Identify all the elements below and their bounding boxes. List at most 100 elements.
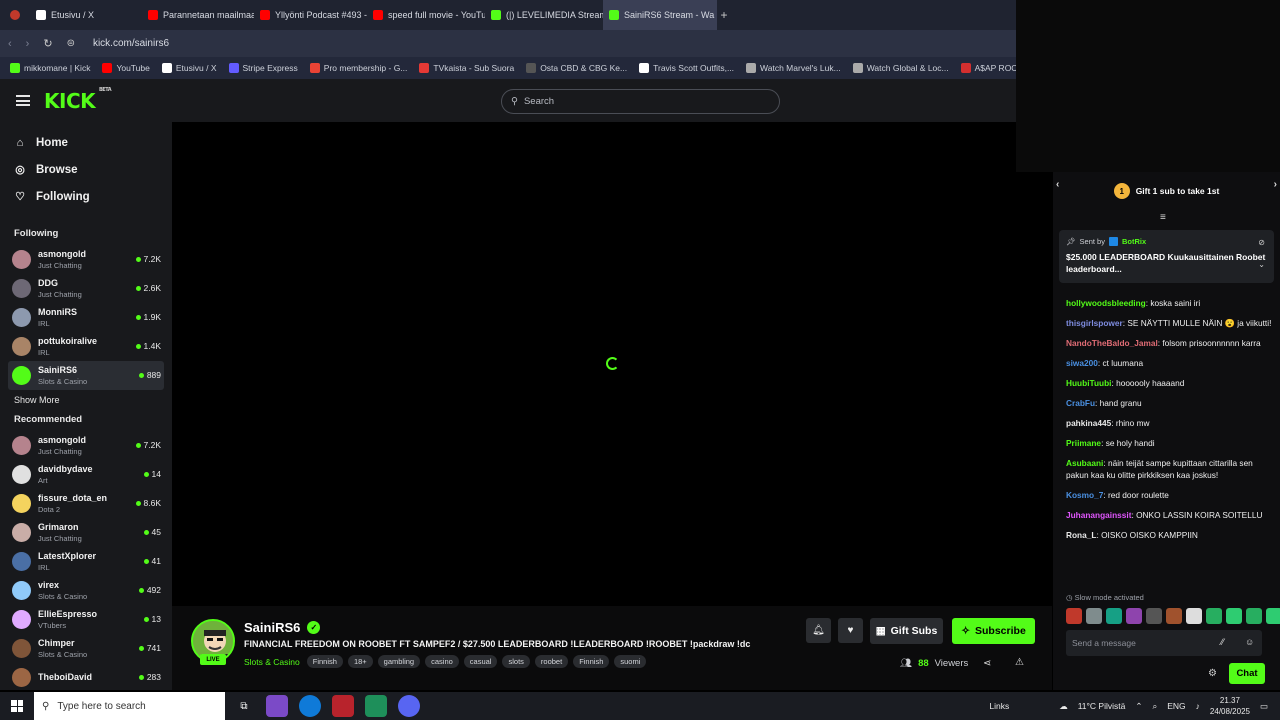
bookmark-item[interactable]: mikkomane | Kick [10,63,90,73]
browser-tab[interactable]: Parannetaan maailmaa fr [142,0,254,30]
kick-app-icon[interactable] [365,695,387,717]
emote-icon[interactable] [1126,608,1142,624]
links-toolbar[interactable]: Links [989,701,1009,711]
chat-username[interactable]: Juhanangainssit [1066,510,1131,520]
chat-username[interactable]: Asubaani [1066,458,1103,468]
stream-tag[interactable]: gambling [377,655,421,668]
sidebar-nav-following[interactable]: ♡ Following [0,183,172,210]
channel-item[interactable]: virex Slots & Casino 492 [0,576,172,605]
browser-tab[interactable] [0,0,30,30]
chat-username[interactable]: CrabFu [1066,398,1095,408]
unpin-icon[interactable]: ⊘ [1258,238,1265,247]
sidebar-nav-browse[interactable]: ◎ Browse [0,156,172,183]
channel-item[interactable]: TheboiDavid 283 [0,663,172,690]
video-player[interactable] [172,122,1016,606]
chat-username[interactable]: Kosmo_7 [1066,490,1103,500]
emote-icon[interactable] [1246,608,1262,624]
chat-username[interactable]: Priimane [1066,438,1101,448]
notification-bell-button[interactable]: 🔔︎ [806,618,831,643]
channel-item[interactable]: DDG Just Chatting 2.6K [0,274,172,303]
chat-username[interactable]: pahkina445 [1066,418,1111,428]
channel-item[interactable]: fissure_dota_en Dota 2 8.6K [0,489,172,518]
category-link[interactable]: Slots & Casino [244,657,300,667]
task-view-icon[interactable]: ⧉ [233,695,255,717]
app-icon[interactable] [266,695,288,717]
gift-subs-button[interactable]: ▦ Gift Subs [870,618,943,644]
gift-leaderboard-banner[interactable]: ‹ 1 Gift 1 sub to take 1st › [1053,172,1280,210]
bookmark-item[interactable]: TVkaista - Sub Suora [419,63,514,73]
browser-tab[interactable]: Yllyönti Podcast #493 - M [254,0,367,30]
chat-username[interactable]: Rona_L [1066,530,1096,540]
pinned-message[interactable]: 📌︎ Sent by BotRix $25.000 LEADERBOARD Ku… [1059,230,1274,283]
forward-icon[interactable]: › [26,38,30,50]
emote-icon[interactable] [1146,608,1162,624]
channel-item[interactable]: LatestXplorer IRL 41 [0,547,172,576]
emote-icon[interactable] [1086,608,1102,624]
channel-item[interactable]: EllieEspresso VTubers 13 [0,605,172,634]
chevron-down-icon[interactable]: ⌄ [1258,260,1265,269]
url-field[interactable]: kick.com/sainirs6 [93,38,169,49]
stream-tag[interactable]: casino [425,655,459,668]
emote-icon[interactable] [1206,608,1222,624]
stream-tag[interactable]: roobet [534,655,569,668]
share-icon[interactable]: ⋖ [983,658,991,669]
channel-item[interactable]: asmongold Just Chatting 7.2K [0,431,172,460]
bookmark-item[interactable]: Watch Global & Loc... [852,63,949,73]
discord-icon[interactable] [398,695,420,717]
stream-tag[interactable]: slots [502,655,530,668]
windows-start-icon[interactable] [0,692,34,720]
opera-browser-icon[interactable] [332,695,354,717]
site-info-icon[interactable]: ⊜ [67,38,75,49]
tray-chevron-icon[interactable]: ⌃ [1135,701,1142,712]
language-indicator[interactable]: ENG [1167,701,1185,711]
chat-username[interactable]: thisgirlspower [1066,318,1123,328]
emoji-icon[interactable]: ☺ [1245,637,1254,647]
emote-icon[interactable] [1186,608,1202,624]
bookmark-item[interactable]: Etusivu / X [161,63,217,73]
stream-tag[interactable]: Finnish [306,655,343,668]
emote-icon[interactable] [1166,608,1182,624]
chevron-left-icon[interactable]: ‹ [1056,179,1059,190]
emote-icon[interactable] [1106,608,1122,624]
emote-icon[interactable] [1266,608,1280,624]
stream-tag[interactable]: 18+ [347,655,373,668]
browser-tab[interactable]: (|) LEVELIMEDIA Stream [485,0,603,30]
bookmark-item[interactable]: Stripe Express [228,63,298,73]
channel-item[interactable]: SainiRS6 Slots & Casino 889 [8,361,164,390]
commands-icon[interactable]: ⁄⁄ [1221,637,1224,647]
browser-tab[interactable]: speed full movie - YouTub [367,0,485,30]
bookmark-item[interactable]: Pro membership - G... [309,63,407,73]
settings-gear-icon[interactable]: ⚙ [1208,668,1217,679]
channel-item[interactable]: MonniRS IRL 1.9K [0,303,172,332]
chat-send-button[interactable]: Chat [1229,663,1265,684]
stream-tag[interactable]: suomi [614,655,647,668]
emote-icon[interactable] [1066,608,1082,624]
follow-button[interactable]: ♥ [838,618,863,643]
channel-item[interactable]: Grimaron Just Chatting 45 [0,518,172,547]
bookmark-item[interactable]: Watch Marvel's Luk... [746,63,841,73]
filter-icon[interactable]: ≡ [1160,212,1166,223]
stream-tag[interactable]: casual [463,655,498,668]
emote-icon[interactable] [1226,608,1242,624]
channel-item[interactable]: Chimper Slots & Casino 741 [0,634,172,663]
bookmark-item[interactable]: YouTube [102,63,150,73]
network-icon[interactable]: ⌕ [1152,701,1157,712]
channel-item[interactable]: davidbydave Art 14 [0,460,172,489]
chat-message-input[interactable]: Send a message [1066,630,1262,656]
bookmark-item[interactable]: Travis Scott Outfits,... [639,63,734,73]
streamer-name[interactable]: SainiRS6 ✓ [244,620,321,635]
browser-tab[interactable]: SainiRS6 Stream - Wa× [603,0,717,30]
channel-item[interactable]: asmongold Just Chatting 7.2K [0,245,172,274]
new-tab-button[interactable]: + [717,8,731,22]
reload-icon[interactable]: ↻ [43,37,52,50]
notifications-icon[interactable]: ▭ [1260,701,1268,712]
channel-item[interactable]: pottukoiralive IRL 1.4K [0,332,172,361]
menu-icon[interactable] [16,95,30,106]
clock[interactable]: 21.37 24/08/2025 [1210,695,1250,717]
bookmark-item[interactable]: Osta CBD & CBG Ke... [526,63,627,73]
subscribe-button[interactable]: ✧ Subscribe [952,618,1035,644]
search-input[interactable]: ⚲ Search [501,89,780,114]
chat-username[interactable]: HuubiTuubi [1066,378,1111,388]
weather-text[interactable]: 11°C Pilvistä [1078,701,1126,711]
bookmark-item[interactable]: A$AP ROCKY x PU... [960,63,1016,73]
